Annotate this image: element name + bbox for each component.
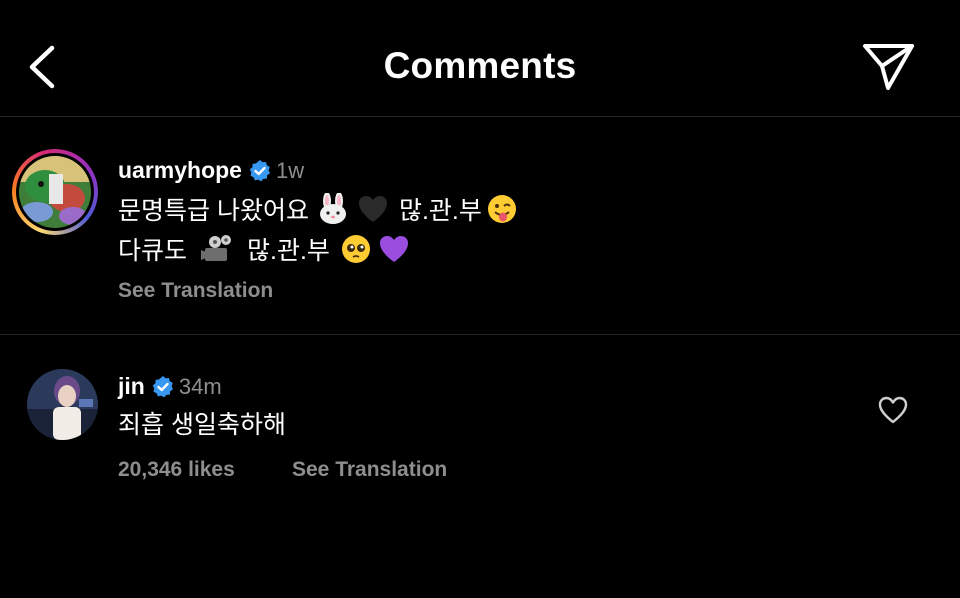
comment-item: jin 34m 죄흡 생일축하해 20,346 likes See Transl…: [0, 336, 960, 598]
black-heart-icon: [358, 196, 387, 222]
avatar: [19, 156, 91, 228]
avatar-story-ring[interactable]: [12, 149, 98, 235]
caption-timestamp: 1w: [275, 157, 305, 183]
caption-username[interactable]: uarmyhope: [118, 157, 242, 184]
rabbit-face-icon: [319, 193, 346, 224]
paper-plane-icon: [863, 44, 914, 90]
header-bar: Comments: [0, 0, 960, 117]
comment-timestamp: 34m: [178, 373, 222, 399]
avatar[interactable]: [27, 369, 98, 440]
page-title: Comments: [383, 45, 577, 86]
heart-outline-icon: [878, 396, 908, 424]
caption-text-1: 문명특급 나왔어요: [118, 197, 309, 225]
share-button[interactable]: [860, 40, 918, 94]
winking-tongue-face-icon: [487, 195, 516, 223]
post-caption: uarmyhope 1w 문명특급 나왔어요 많.관.부 다큐도 많.관.부 S…: [0, 117, 960, 335]
pleading-face-icon: [341, 235, 370, 263]
purple-heart-icon: [379, 236, 408, 262]
comment-see-translation[interactable]: See Translation: [292, 458, 447, 482]
comment-username[interactable]: jin: [118, 373, 145, 400]
caption-line-2: 다큐도 많.관.부: [118, 231, 410, 267]
like-button[interactable]: [877, 395, 909, 425]
comment-likes-count[interactable]: 20,346 likes: [118, 458, 235, 482]
verified-badge-icon: [152, 375, 173, 397]
movie-camera-icon: [201, 235, 232, 261]
comment-text: 죄흡 생일축하해: [118, 411, 286, 439]
caption-text-2-suffix: 많.관.부: [247, 237, 330, 265]
caption-line-1: 문명특급 나왔어요 많.관.부: [118, 191, 518, 227]
caption-see-translation[interactable]: See Translation: [118, 279, 273, 303]
caption-text-2: 다큐도: [118, 237, 188, 265]
caption-text-1-suffix: 많.관.부: [398, 197, 482, 225]
verified-badge-icon: [249, 159, 270, 181]
